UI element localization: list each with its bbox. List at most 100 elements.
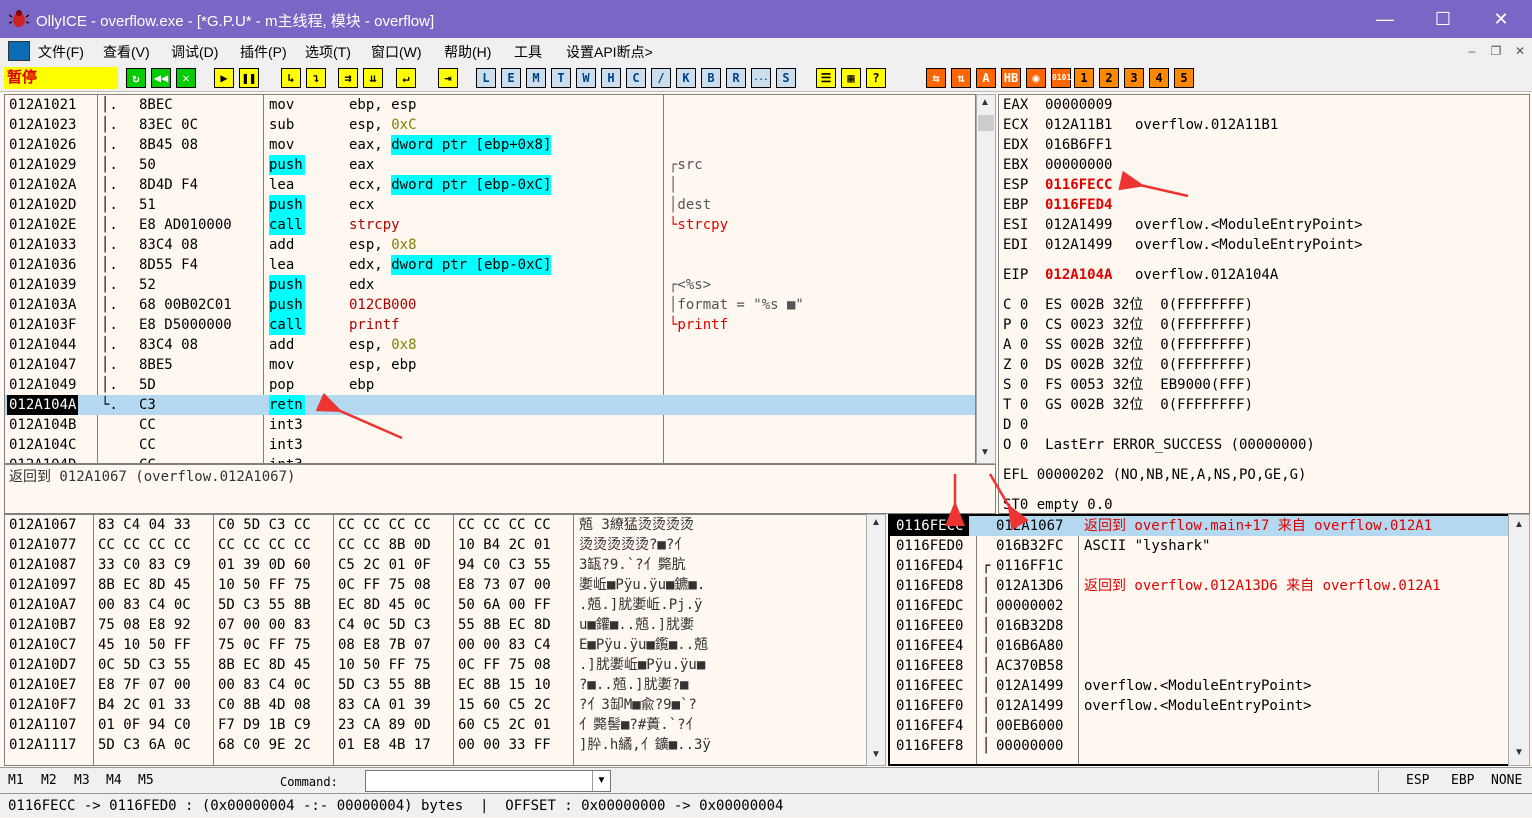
toolbar-button-numbers-3[interactable]: 4	[1149, 68, 1169, 88]
toolbar-button-letters-3[interactable]: T	[551, 68, 571, 88]
toolbar-button-group8-0[interactable]: ☰	[816, 68, 836, 88]
stack-row[interactable]: 0116FEF0 │ 012A1499 overflow.<ModuleEntryPo…	[890, 696, 1508, 716]
toolbar-button-group9-1[interactable]: ⇅	[951, 68, 971, 88]
stack-row[interactable]: 0116FEE8 │ AC370B58	[890, 656, 1508, 676]
dump-row[interactable]: 012A1097 8B EC 8D 45 10 50 FF 75 0C FF 75 0…	[5, 575, 865, 595]
disasm-row[interactable]: 012A1023 │. 83EC 0C sub esp, 0xC	[5, 115, 975, 135]
dump-row[interactable]: 012A10A7 00 83 C4 0C 5D C3 55 8B EC 8D 45 0…	[5, 595, 865, 615]
tab-m3[interactable]: M3	[74, 773, 90, 788]
disassembly-scrollbar[interactable]: ▲ ▼	[976, 94, 996, 464]
toolbar-button-group4-1[interactable]: ⇊	[363, 68, 383, 88]
command-input[interactable]: ▼	[365, 770, 611, 792]
toolbar-button-letters-6[interactable]: C	[626, 68, 646, 88]
register-row[interactable]: ESP 0116FECC	[1003, 175, 1523, 195]
toolbar-button-group8-2[interactable]: ?	[866, 68, 886, 88]
memory-dump-pane[interactable]: 012A1067 83 C4 04 33 C0 5D C3 CC CC CC CC C…	[4, 514, 868, 766]
toolbar-button-numbers-2[interactable]: 3	[1124, 68, 1144, 88]
toolbar-button-group9-4[interactable]: ◉	[1026, 68, 1046, 88]
stack-row[interactable]: 0116FEE0 │ 016B32D8	[890, 616, 1508, 636]
stack-row[interactable]: 0116FEEC │ 012A1499 overflow.<ModuleEntryPo…	[890, 676, 1508, 696]
dump-row[interactable]: 012A1077 CC CC CC CC CC CC CC CC CC CC 8B 0…	[5, 535, 865, 555]
toolbar-button-group2-0[interactable]: ▶	[214, 68, 234, 88]
dump-row[interactable]: 012A1067 83 C4 04 33 C0 5D C3 CC CC CC CC C…	[5, 515, 865, 535]
tab-m1[interactable]: M1	[8, 773, 24, 788]
toolbar-button-group5-0[interactable]: ↵	[396, 68, 416, 88]
stack-mode-ebp[interactable]: EBP	[1451, 773, 1474, 788]
disasm-row[interactable]: 012A104C CC int3	[5, 435, 975, 455]
register-row[interactable]: EBX 00000000	[1003, 155, 1523, 175]
toolbar-button-letters-11[interactable]: ...	[751, 68, 771, 88]
menu-tools[interactable]: 工具	[514, 42, 542, 62]
mdi-restore-button[interactable]: ❐	[1486, 41, 1506, 61]
disasm-row[interactable]: 012A104A └. C3 retn	[5, 395, 975, 415]
disasm-row[interactable]: 012A103F │. E8 D5000000 call printf └printf	[5, 315, 975, 335]
flag-row[interactable]: A 0 SS 002B 32位 0(FFFFFFFF)	[1003, 335, 1253, 355]
toolbar-button-letters-9[interactable]: B	[701, 68, 721, 88]
stack-scrollbar[interactable]: ▲ ▼	[1508, 514, 1530, 766]
toolbar-button-letters-4[interactable]: W	[576, 68, 596, 88]
register-value[interactable]: 00000000	[1045, 155, 1112, 175]
app-menu-icon[interactable]	[8, 41, 30, 61]
toolbar-button-numbers-4[interactable]: 5	[1174, 68, 1194, 88]
disasm-row[interactable]: 012A1033 │. 83C4 08 add esp, 0x8	[5, 235, 975, 255]
register-value[interactable]: 012A11B1	[1045, 115, 1112, 135]
disasm-row[interactable]: 012A1047 │. 8BE5 mov esp, ebp	[5, 355, 975, 375]
register-value[interactable]: 012A1499	[1045, 235, 1112, 255]
toolbar-button-group9-0[interactable]: ⇆	[926, 68, 946, 88]
stack-row[interactable]: 0116FEF8 │ 00000000	[890, 736, 1508, 756]
disasm-row[interactable]: 012A1039 │. 52 push edx ┌<%s>	[5, 275, 975, 295]
register-value[interactable]: 012A1499	[1045, 215, 1112, 235]
eflags-row[interactable]: EFL 00000202 (NO,NB,NE,A,NS,PO,GE,G)	[1003, 465, 1306, 485]
toolbar-button-letters-0[interactable]: L	[476, 68, 496, 88]
toolbar-button-letters-5[interactable]: H	[601, 68, 621, 88]
register-row[interactable]: ESI 012A1499 overflow.<ModuleEntryPoint>	[1003, 215, 1523, 235]
stack-pane[interactable]: 0116FECC 012A1067 返回到 overflow.main+17 来自 …	[888, 514, 1510, 766]
disasm-row[interactable]: 012A102A │. 8D4D F4 lea ecx, dword ptr [ebp-…	[5, 175, 975, 195]
disasm-row[interactable]: 012A102E │. E8 AD010000 call strcpy └strcpy	[5, 215, 975, 235]
mdi-close-button[interactable]: ✕	[1510, 41, 1530, 61]
chevron-down-icon[interactable]: ▼	[592, 771, 610, 791]
register-value[interactable]: 012A104A	[1045, 265, 1112, 285]
flag-row[interactable]: S 0 FS 0053 32位 EB9000(FFF)	[1003, 375, 1253, 395]
menu-view[interactable]: 查看(V)	[103, 42, 150, 62]
dump-row[interactable]: 012A1107 01 0F 94 C0 F7 D9 1B C9 23 CA 89 0…	[5, 715, 865, 735]
toolbar-button-group9-5[interactable]: 0101	[1051, 68, 1071, 88]
menu-options[interactable]: 选项(T)	[305, 42, 351, 62]
menu-plugins[interactable]: 插件(P)	[240, 42, 287, 62]
disasm-row[interactable]: 012A1026 │. 8B45 08 mov eax, dword ptr [ebp+…	[5, 135, 975, 155]
flag-row[interactable]: O 0 LastErr ERROR_SUCCESS (00000000)	[1003, 435, 1315, 455]
toolbar-button-group9-2[interactable]: A	[976, 68, 996, 88]
stack-mode-esp[interactable]: ESP	[1406, 773, 1429, 788]
toolbar-button-letters-2[interactable]: M	[526, 68, 546, 88]
disasm-row[interactable]: 012A103A │. 68 00B02C01 push 012CB000 │format…	[5, 295, 975, 315]
dump-row[interactable]: 012A10B7 75 08 E8 92 07 00 00 83 C4 0C 5D C…	[5, 615, 865, 635]
flag-row[interactable]: Z 0 DS 002B 32位 0(FFFFFFFF)	[1003, 355, 1253, 375]
stack-row[interactable]: 0116FEF4 │ 00EB6000	[890, 716, 1508, 736]
toolbar-button-group2-1[interactable]: ❚❚	[239, 68, 259, 88]
tab-m2[interactable]: M2	[41, 773, 57, 788]
toolbar-button-group3-1[interactable]: ↴	[306, 68, 326, 88]
stack-row[interactable]: 0116FEE4 │ 016B6A80	[890, 636, 1508, 656]
stack-row[interactable]: 0116FED8 │ 012A13D6 返回到 overflow.012A13D6 来…	[890, 576, 1508, 596]
toolbar-button-group1-1[interactable]: ◀◀	[151, 68, 171, 88]
minimize-button[interactable]: —	[1356, 0, 1414, 38]
menu-help[interactable]: 帮助(H)	[444, 42, 491, 62]
close-button[interactable]: ✕	[1472, 0, 1530, 38]
stack-row[interactable]: 0116FED4 ┌ 0116FF1C	[890, 556, 1508, 576]
toolbar-button-letters-12[interactable]: S	[776, 68, 796, 88]
toolbar-button-numbers-1[interactable]: 2	[1099, 68, 1119, 88]
tab-m5[interactable]: M5	[138, 773, 154, 788]
stack-row[interactable]: 0116FEDC │ 00000002	[890, 596, 1508, 616]
registers-pane[interactable]: EAX 00000009 ECX 012A11B1 overflow.012A11B1 E…	[998, 94, 1530, 514]
dump-row[interactable]: 012A10C7 45 10 50 FF 75 0C FF 75 08 E8 7B 0…	[5, 635, 865, 655]
toolbar-button-group1-0[interactable]: ↻	[126, 68, 146, 88]
dump-row[interactable]: 012A10F7 B4 2C 01 33 C0 8B 4D 08 83 CA 01 3…	[5, 695, 865, 715]
menu-debug[interactable]: 调试(D)	[171, 42, 218, 62]
dump-row[interactable]: 012A10D7 0C 5D C3 55 8B EC 8D 45 10 50 FF 7…	[5, 655, 865, 675]
disasm-row[interactable]: 012A104D CC int3	[5, 455, 975, 463]
dump-row[interactable]: 012A10E7 E8 7F 07 00 00 83 C4 0C 5D C3 55 8…	[5, 675, 865, 695]
toolbar-button-group9-3[interactable]: HB	[1001, 68, 1021, 88]
flag-row[interactable]: T 0 GS 002B 32位 0(FFFFFFFF)	[1003, 395, 1253, 415]
toolbar-button-letters-1[interactable]: E	[501, 68, 521, 88]
toolbar-button-group8-1[interactable]: ▦	[841, 68, 861, 88]
